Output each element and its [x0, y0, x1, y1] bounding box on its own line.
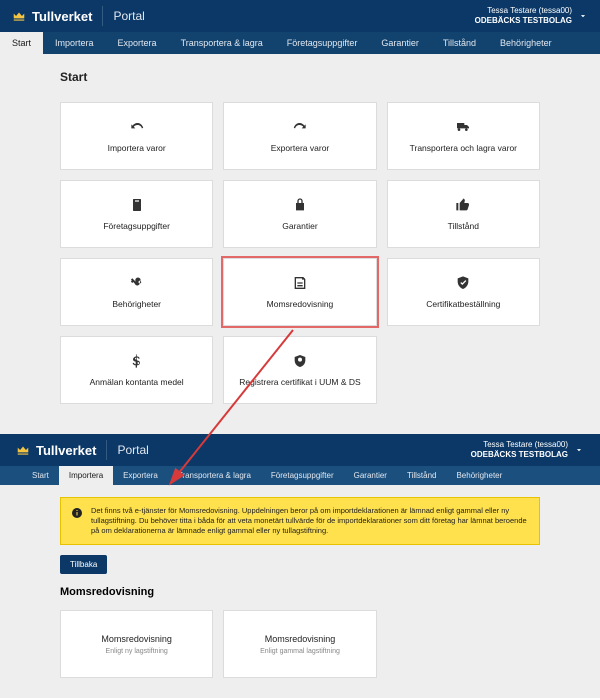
truck-icon: [455, 119, 471, 135]
key-icon: [129, 275, 145, 291]
tab-exportera[interactable]: Exportera: [106, 32, 169, 54]
tab-transportera-lagra[interactable]: Transportera & lagra: [169, 32, 275, 54]
bottom-page-body: Det finns två e-tjänster för Momsredovis…: [0, 485, 600, 698]
card-label: Företagsuppgifter: [99, 221, 174, 231]
user-company: ODEBÄCKS TESTBOLAG: [471, 450, 568, 460]
brand-name: Tullverket: [32, 9, 92, 24]
bottom-header: Tullverket Portal Tessa Testare (tessa00…: [0, 434, 600, 466]
brand-divider: [102, 6, 103, 26]
card-label: Anmälan kontanta medel: [86, 377, 188, 387]
tab-importera[interactable]: Importera: [43, 32, 106, 54]
brand-divider: [106, 440, 107, 460]
card-grid: Importera varor Exportera varor Transporte…: [60, 102, 540, 404]
shield-icon: [455, 275, 471, 291]
card-beh-righeter[interactable]: Behörigheter: [60, 258, 213, 326]
brand-block: Tullverket: [16, 443, 96, 458]
card-subtitle: Enligt ny lagstiftning: [106, 648, 168, 655]
card-f-retagsuppgifter[interactable]: Företagsuppgifter: [60, 180, 213, 248]
card-anm-lan-kontanta-medel[interactable]: Anmälan kontanta medel: [60, 336, 213, 404]
momsredovisning-card[interactable]: Momsredovisning Enligt ny lagstiftning: [60, 610, 213, 678]
dollar-icon: [129, 353, 145, 369]
tab-f-retagsuppgifter[interactable]: Företagsuppgifter: [261, 466, 344, 485]
tab-importera[interactable]: Importera: [59, 466, 113, 485]
top-tabs: StartImporteraExporteraTransportera & la…: [0, 32, 600, 54]
info-icon: [71, 507, 83, 519]
alert-text: Det finns två e-tjänster för Momsredovis…: [91, 506, 529, 536]
tab-transportera-lagra[interactable]: Transportera & lagra: [168, 466, 261, 485]
tab-garantier[interactable]: Garantier: [369, 32, 431, 54]
tab-exportera[interactable]: Exportera: [113, 466, 168, 485]
clipboard-icon: [129, 197, 145, 213]
card-garantier[interactable]: Garantier: [223, 180, 376, 248]
card-label: Behörigheter: [108, 299, 165, 309]
tab-start[interactable]: Start: [0, 32, 43, 54]
card-registrera-certifikat-i-uum-ds[interactable]: Registrera certifikat i UUM & DS: [223, 336, 376, 404]
card-label: Registrera certifikat i UUM & DS: [235, 377, 364, 387]
tab-f-retagsuppgifter[interactable]: Företagsuppgifter: [275, 32, 370, 54]
info-alert: Det finns två e-tjänster för Momsredovis…: [60, 497, 540, 545]
back-button[interactable]: Tillbaka: [60, 555, 107, 574]
lock-icon: [292, 197, 308, 213]
tab-beh-righeter[interactable]: Behörigheter: [446, 466, 512, 485]
card-label: Momsredovisning: [263, 299, 338, 309]
redo-icon: [129, 119, 145, 135]
chevron-down-icon[interactable]: [574, 445, 584, 455]
portal-label: Portal: [113, 9, 144, 23]
card-importera-varor[interactable]: Importera varor: [60, 102, 213, 170]
brand-name: Tullverket: [36, 443, 96, 458]
card-subtitle: Enligt gammal lagstiftning: [260, 648, 340, 655]
section-title: Momsredovisning: [60, 586, 540, 598]
user-name: Tessa Testare (tessa00): [471, 440, 568, 450]
tab-tillst-nd[interactable]: Tillstånd: [397, 466, 447, 485]
chevron-down-icon[interactable]: [578, 11, 588, 21]
user-menu[interactable]: Tessa Testare (tessa00) ODEBÄCKS TESTBOL…: [475, 6, 572, 25]
user-name: Tessa Testare (tessa00): [475, 6, 572, 16]
top-page-body: Start Importera varor Exportera varor Tran…: [0, 54, 600, 434]
note-icon: [292, 275, 308, 291]
top-header: Tullverket Portal Tessa Testare (tessa00…: [0, 0, 600, 32]
card-label: Exportera varor: [267, 143, 334, 153]
card-label: Importera varor: [104, 143, 170, 153]
card-title: Momsredovisning: [265, 634, 336, 644]
momsredovisning-card[interactable]: Momsredovisning Enligt gammal lagstiftnin…: [223, 610, 376, 678]
thumb-up-icon: [455, 197, 471, 213]
card-exportera-varor[interactable]: Exportera varor: [223, 102, 376, 170]
crown-icon: [12, 9, 26, 23]
tab-garantier[interactable]: Garantier: [344, 466, 397, 485]
tab-beh-righeter[interactable]: Behörigheter: [488, 32, 564, 54]
card-transportera-och-lagra-varor[interactable]: Transportera och lagra varor: [387, 102, 540, 170]
card-label: Garantier: [278, 221, 321, 231]
user-menu[interactable]: Tessa Testare (tessa00) ODEBÄCKS TESTBOL…: [471, 440, 568, 459]
undo-icon: [292, 119, 308, 135]
card-label: Tillstånd: [444, 221, 483, 231]
bottom-card-grid: MomsredovisningEnligt ny lagstiftningMom…: [60, 610, 540, 678]
tab-start[interactable]: Start: [22, 466, 59, 485]
portal-label: Portal: [117, 443, 148, 457]
card-label: Transportera och lagra varor: [406, 143, 521, 153]
tab-tillst-nd[interactable]: Tillstånd: [431, 32, 488, 54]
cert-icon: [292, 353, 308, 369]
top-app-window: Tullverket Portal Tessa Testare (tessa00…: [0, 0, 600, 434]
bottom-app-window: Tullverket Portal Tessa Testare (tessa00…: [0, 434, 600, 698]
card-certifikatbest-llning[interactable]: Certifikatbeställning: [387, 258, 540, 326]
card-label: Certifikatbeställning: [422, 299, 504, 309]
card-tillst-nd[interactable]: Tillstånd: [387, 180, 540, 248]
card-momsredovisning[interactable]: Momsredovisning: [223, 258, 376, 326]
card-title: Momsredovisning: [101, 634, 172, 644]
page-title: Start: [60, 70, 540, 84]
bottom-tabs: StartImporteraExporteraTransportera & la…: [0, 466, 600, 485]
user-company: ODEBÄCKS TESTBOLAG: [475, 16, 572, 26]
brand-block: Tullverket: [12, 9, 92, 24]
crown-icon: [16, 443, 30, 457]
